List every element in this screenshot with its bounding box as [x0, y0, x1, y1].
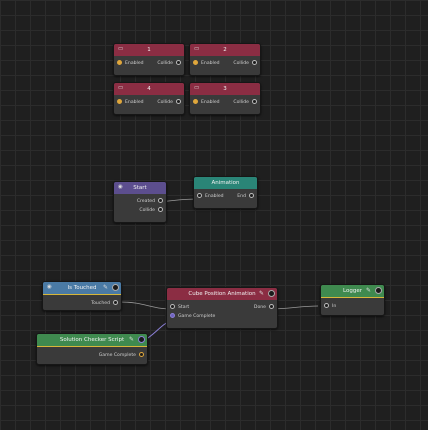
port-label: Collide [157, 60, 173, 66]
port-label: Collide [139, 207, 155, 213]
node-title: 1 [147, 47, 151, 53]
node-4[interactable]: ▭ 4 Enabled Collide [113, 82, 185, 115]
port-label: Done [253, 304, 266, 310]
node-type-icon: ▭ [194, 85, 200, 91]
node-type-icon: ▭ [194, 46, 200, 52]
node-3[interactable]: ▭ 3 Enabled Collide [189, 82, 261, 115]
port-label: Game Complete [178, 313, 216, 319]
node-header[interactable]: Logger ✎ [321, 285, 384, 297]
node-title: 3 [223, 86, 227, 92]
node-title: Animation [211, 180, 240, 186]
collide-output-socket[interactable] [176, 98, 181, 104]
node-header[interactable]: ◉ Is Touched ✎ [43, 282, 121, 294]
node-type-icon: ▭ [118, 46, 124, 52]
node-header[interactable]: ▭ 3 [190, 83, 260, 95]
event-icon: ◉ [118, 184, 123, 190]
game-complete-input-socket[interactable] [170, 312, 175, 318]
collide-output-socket[interactable] [176, 59, 181, 65]
node-header[interactable]: Solution Checker Script ✎ [37, 334, 147, 346]
node-header[interactable]: ▭ 1 [114, 44, 184, 56]
port-label: Created [136, 198, 155, 204]
enabled-input-socket[interactable] [193, 98, 198, 104]
pin-icon[interactable]: ✎ [129, 336, 134, 343]
node-title: Solution Checker Script [59, 337, 125, 343]
enabled-input-socket[interactable] [117, 98, 122, 104]
node-solution-checker-script[interactable]: Solution Checker Script ✎ Game Complete [36, 333, 148, 365]
header-underline [43, 294, 121, 295]
collide-output-socket[interactable] [252, 98, 257, 104]
node-title: Logger [343, 288, 362, 294]
node-header[interactable]: Animation [194, 177, 257, 189]
node-title: 4 [147, 86, 151, 92]
node-header[interactable]: Cube Position Animation ✎ [167, 288, 277, 300]
node-header[interactable]: ▭ 2 [190, 44, 260, 56]
node-cube-position-animation[interactable]: Cube Position Animation ✎ Start Done Gam… [166, 287, 278, 329]
end-output-socket[interactable] [249, 192, 254, 198]
node-2[interactable]: ▭ 2 Enabled Collide [189, 43, 261, 76]
node-title: Is Touched [67, 285, 97, 291]
node-header[interactable]: ▭ 4 [114, 83, 184, 95]
port-label: Enabled [205, 193, 224, 199]
port-label: Collide [157, 99, 173, 105]
node-is-touched[interactable]: ◉ Is Touched ✎ Touched [42, 281, 122, 311]
game-complete-output-socket[interactable] [139, 351, 144, 357]
collide-output-socket[interactable] [158, 206, 163, 212]
toggle-dot-icon[interactable] [375, 287, 382, 294]
enabled-input-socket[interactable] [197, 192, 202, 198]
port-label: Collide [233, 60, 249, 66]
created-output-socket[interactable] [158, 197, 163, 203]
port-label: End [237, 193, 246, 199]
port-label: Enabled [125, 99, 144, 105]
node-title: 2 [223, 47, 227, 53]
toggle-dot-icon[interactable] [112, 284, 119, 291]
port-label: Enabled [201, 99, 220, 105]
toggle-dot-icon[interactable] [138, 336, 145, 343]
pin-icon[interactable]: ✎ [366, 287, 371, 294]
node-type-icon: ▭ [118, 85, 124, 91]
port-label: Game Complete [98, 352, 136, 358]
in-input-socket[interactable] [324, 302, 329, 308]
node-start[interactable]: ◉ Start Created Collide [113, 181, 167, 223]
port-label: Touched [91, 300, 110, 306]
node-1[interactable]: ▭ 1 Enabled Collide [113, 43, 185, 76]
enabled-input-socket[interactable] [117, 59, 122, 65]
node-header[interactable]: ◉ Start [114, 182, 166, 194]
port-label: Start [178, 304, 190, 310]
port-label: Collide [233, 99, 249, 105]
node-title: Cube Position Animation [188, 291, 256, 297]
enabled-input-socket[interactable] [193, 59, 198, 65]
event-icon: ◉ [47, 284, 52, 290]
collide-output-socket[interactable] [252, 59, 257, 65]
done-output-socket[interactable] [269, 303, 274, 309]
touched-output-socket[interactable] [113, 299, 118, 305]
node-animation[interactable]: Animation Enabled End [193, 176, 258, 209]
node-title: Start [133, 185, 147, 191]
port-label: Enabled [201, 60, 220, 66]
port-label: Enabled [125, 60, 144, 66]
pin-icon[interactable]: ✎ [259, 290, 264, 297]
header-underline [37, 346, 147, 347]
start-input-socket[interactable] [170, 303, 175, 309]
wire-touched-cube [119, 301, 173, 310]
header-underline [321, 297, 384, 298]
node-logger[interactable]: Logger ✎ In [320, 284, 385, 316]
toggle-dot-icon[interactable] [268, 290, 275, 297]
pin-icon[interactable]: ✎ [103, 284, 108, 291]
port-label: In [332, 303, 337, 309]
